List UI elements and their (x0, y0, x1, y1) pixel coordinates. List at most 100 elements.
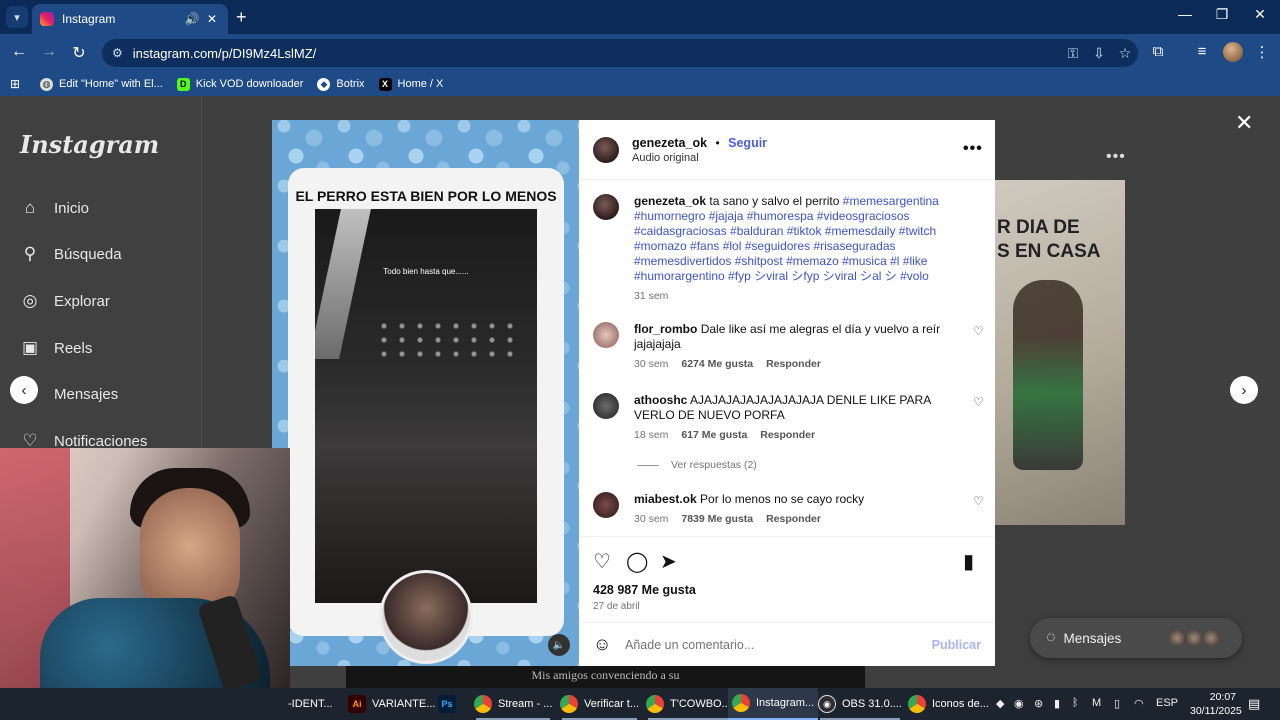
messenger-icon: ◌ (1046, 629, 1056, 646)
bluetooth-icon[interactable]: ᛒ (1072, 697, 1079, 709)
share-send-icon[interactable]: ➤ (660, 549, 677, 574)
profile-avatar[interactable] (1223, 42, 1243, 62)
author-avatar[interactable] (593, 137, 619, 163)
bookmark-label: Edit "Home" with El... (59, 78, 163, 90)
caption-time: 31 sem (634, 290, 669, 302)
forward-button[interactable]: → (38, 43, 60, 61)
more-options-icon[interactable]: ••• (963, 140, 983, 158)
site-info-icon[interactable]: ⚙ (112, 46, 123, 60)
comment-likes[interactable]: 7839 Me gusta (681, 513, 753, 525)
reels-icon: ▣ (21, 338, 39, 357)
comment-username[interactable]: athooshc (634, 393, 687, 407)
steam-icon[interactable]: ⊛ (1034, 697, 1043, 710)
post-media[interactable]: EL PERRO ESTA BIEN POR LO MENOS Todo bie… (272, 120, 579, 666)
comment-likes[interactable]: 617 Me gusta (681, 429, 747, 441)
sidebar-item-reels[interactable]: ▣ Reels (20, 338, 92, 358)
sidebar-item-busqueda[interactable]: ⚲ Búsqueda (20, 244, 122, 264)
reply-button[interactable]: Responder (766, 358, 821, 370)
comment-username[interactable]: miabest.ok (634, 492, 697, 506)
minimize-button[interactable]: — (1170, 6, 1200, 22)
like-comment-heart-icon[interactable]: ♡ (973, 494, 984, 508)
messages-floating-button[interactable]: ◌ Mensajes (1030, 618, 1242, 658)
bookmark-star-icon[interactable]: ☆ (1112, 45, 1138, 62)
next-post-button[interactable]: › (1230, 376, 1258, 404)
comment-input[interactable] (625, 637, 932, 652)
like-heart-icon[interactable]: ♡ (593, 549, 611, 574)
post-likes-count[interactable]: 428 987 Me gusta (593, 583, 696, 597)
speaker-icon[interactable]: 🔊 (184, 12, 200, 26)
audio-label[interactable]: Audio original (632, 152, 767, 164)
taskbar-item[interactable]: -IDENT... (284, 688, 337, 720)
taskbar-item-label: Instagram... (756, 697, 815, 709)
bookmark-botrix[interactable]: ◆ Botrix (317, 77, 365, 91)
extensions-icon[interactable]: ⧉ (1146, 43, 1170, 60)
save-bookmark-icon[interactable]: ▮ (963, 549, 974, 574)
caption-username[interactable]: genezeta_ok (634, 194, 706, 208)
language-indicator[interactable]: ESP (1156, 697, 1178, 709)
instagram-logo[interactable]: Instagram (20, 130, 159, 159)
close-modal-icon[interactable]: ✕ (1235, 110, 1253, 136)
like-comment-heart-icon[interactable]: ♡ (973, 324, 984, 338)
sidebar-item-label: Notificaciones (54, 432, 148, 450)
reply-button[interactable]: Responder (766, 513, 821, 525)
follow-button[interactable]: Seguir (728, 136, 767, 150)
sidebar-item-inicio[interactable]: ⌂ Inicio (20, 198, 89, 218)
address-bar[interactable]: ⚙ instagram.com/p/DI9Mz4LslMZ/ ⚿ ⇩ ☆ (102, 39, 1138, 67)
mute-icon[interactable]: 🔈 (548, 634, 570, 656)
taskbar-item[interactable]: Verificar t... (556, 688, 643, 720)
author-avatar[interactable] (593, 194, 619, 220)
taskbar-item[interactable]: Stream - ... (470, 688, 556, 720)
emoji-icon[interactable]: ☺ (593, 634, 613, 655)
comment-bubble-icon[interactable]: ◯ (626, 549, 648, 574)
like-comment-heart-icon[interactable]: ♡ (973, 395, 984, 409)
video-player[interactable]: Todo bien hasta que...... (315, 209, 537, 603)
new-tab-button[interactable]: + (236, 7, 247, 28)
reload-button[interactable]: ↻ (68, 43, 90, 63)
taskbar-item-label: VARIANTE... (372, 698, 436, 710)
bookmark-edit-home[interactable]: ◍ Edit "Home" with El... (40, 77, 163, 91)
commenter-avatar[interactable] (593, 393, 619, 419)
taskbar-item[interactable]: Iconos de... (904, 688, 993, 720)
notification-center-icon[interactable]: ▤ (1248, 696, 1260, 712)
tray-app-icon[interactable]: M (1092, 697, 1101, 709)
maximize-button[interactable]: ❐ (1207, 6, 1237, 23)
password-key-icon[interactable]: ⚿ (1060, 45, 1086, 62)
install-app-icon[interactable]: ⇩ (1086, 45, 1112, 62)
commenter-avatar[interactable] (593, 492, 619, 518)
person-figure (1013, 280, 1083, 470)
bookmark-home-x[interactable]: X Home / X (378, 77, 443, 91)
taskbar-item[interactable]: Instagram... (728, 688, 819, 720)
tab-close-icon[interactable]: ✕ (204, 12, 220, 26)
avatar (1201, 628, 1221, 648)
taskbar-item[interactable]: Ai VARIANTE... (344, 688, 439, 720)
menu-kebab-icon[interactable]: ⋮ (1250, 43, 1274, 61)
network-icon[interactable]: ◠ (1134, 697, 1144, 710)
reply-button[interactable]: Responder (760, 429, 815, 441)
tab-search-button[interactable]: ▾ (6, 6, 28, 28)
bookmark-kick-vod[interactable]: D Kick VOD downloader (176, 77, 303, 91)
tab-instagram[interactable]: Instagram 🔊 ✕ (32, 4, 228, 34)
back-button[interactable]: ← (8, 43, 30, 61)
commenter-avatar[interactable] (593, 322, 619, 348)
author-username[interactable]: genezeta_ok (632, 136, 707, 150)
tray-app-icon[interactable]: ◉ (1014, 697, 1024, 710)
system-clock[interactable]: 20:07 30/11/2025 (1190, 690, 1242, 718)
taskbar-item[interactable]: T'COWBO... (642, 688, 735, 720)
close-window-button[interactable]: ✕ (1245, 6, 1275, 23)
publish-button[interactable]: Publicar (932, 638, 981, 652)
battery-icon[interactable]: ▯ (1114, 697, 1120, 710)
comment-item: flor_rombo Dale like así me alegras el d… (593, 322, 989, 382)
comment-username[interactable]: flor_rombo (634, 322, 697, 336)
sidebar-item-explorar[interactable]: ◎ Explorar (20, 291, 110, 311)
view-replies-button[interactable]: Ver respuestas (2) (637, 459, 757, 471)
background-more-icon[interactable]: ••• (1106, 148, 1126, 166)
taskbar-item[interactable]: ◉ OBS 31.0.... (814, 688, 906, 720)
comment-likes[interactable]: 6274 Me gusta (681, 358, 753, 370)
previous-post-button[interactable]: ‹ (10, 376, 38, 404)
microphone-icon[interactable]: ▮ (1054, 697, 1060, 710)
comment-time: 30 sem (634, 358, 669, 370)
apps-grid-icon[interactable]: ⊞ (10, 77, 26, 91)
tray-app-icon[interactable]: ◆ (996, 697, 1004, 710)
media-control-icon[interactable]: ≡ (1190, 43, 1214, 60)
taskbar-item[interactable]: Ps (434, 688, 466, 720)
